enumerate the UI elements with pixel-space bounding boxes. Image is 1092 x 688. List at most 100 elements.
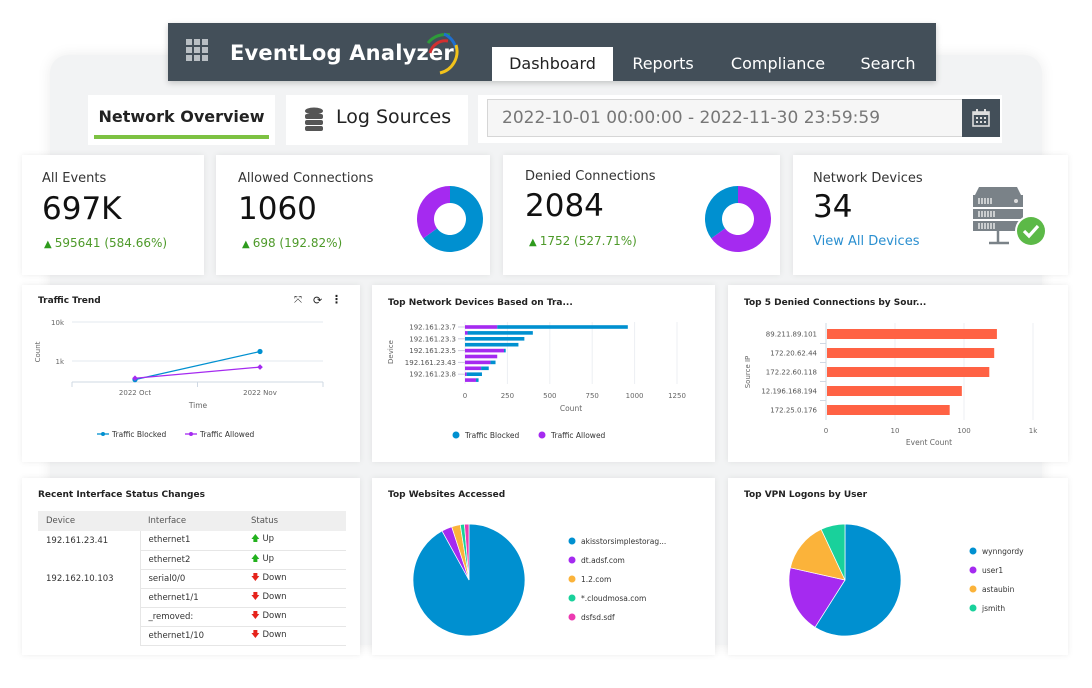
arrow-down-icon: 🡇 — [251, 572, 260, 583]
y-tick-label: 89.211.89.101 — [766, 331, 817, 339]
device-cell: 192.162.10.103 — [46, 573, 114, 584]
y-axis-title: Source IP — [744, 356, 752, 389]
legend-marker — [969, 604, 977, 612]
up-triangle-icon: ▲ — [44, 239, 52, 250]
tab-compliance[interactable]: Compliance — [723, 47, 833, 81]
bar[interactable] — [497, 325, 628, 329]
kpi-all-events[interactable]: All Events 697K ▲ 595641 (584.66%) — [22, 155, 204, 275]
kpi-value: 34 — [813, 189, 853, 225]
kpi-title: Network Devices — [813, 171, 923, 186]
tab-network-overview[interactable]: Network Overview — [88, 95, 275, 145]
y-tick-label: 172.25.0.176 — [770, 407, 817, 415]
bar[interactable] — [465, 366, 482, 371]
bar[interactable] — [827, 367, 990, 377]
up-triangle-icon: ▲ — [242, 239, 250, 250]
legend-label: Traffic Allowed — [550, 431, 606, 440]
kpi-network-devices[interactable]: Network Devices 34 View All Devices — [793, 155, 1068, 275]
x-axis-title: Count — [560, 404, 582, 413]
x-tick-label: 0 — [824, 427, 828, 435]
date-range-input[interactable]: 2022-10-01 00:00:00 - 2022-11-30 23:59:5… — [487, 99, 963, 137]
bar[interactable] — [827, 348, 995, 358]
data-point[interactable] — [257, 364, 263, 370]
bar[interactable] — [504, 348, 506, 353]
bar[interactable] — [465, 337, 525, 341]
status-cell: 🡇 Down — [243, 588, 346, 608]
y-tick-label: 192.161.23.5 — [409, 347, 456, 355]
x-tick-label: 500 — [543, 392, 556, 400]
tab-log-sources[interactable]: Log Sources — [286, 95, 468, 145]
y-tick-label: 192.161.23.3 — [409, 335, 456, 343]
interface-cell: ethernet1/10 — [139, 626, 243, 646]
y-tick-label: 192.161.23.43 — [405, 359, 456, 367]
view-all-devices-link[interactable]: View All Devices — [813, 234, 919, 249]
interface-cell: ethernet1 — [139, 531, 243, 551]
legend-label: wynngordy — [982, 547, 1024, 556]
x-tick-label: 10 — [891, 427, 900, 435]
arrow-down-icon: 🡇 — [251, 629, 260, 640]
legend-label: astaubin — [982, 585, 1015, 594]
bar[interactable] — [490, 360, 496, 365]
tab-search[interactable]: Search — [848, 47, 928, 81]
kpi-title: All Events — [42, 171, 107, 186]
legend-marker — [568, 575, 576, 583]
log-sources-label: Log Sources — [336, 106, 452, 128]
bar[interactable] — [465, 360, 491, 365]
device-cell — [38, 550, 140, 569]
interface-status-table: Device Interface Status 192.161.23.41 eth… — [38, 511, 346, 646]
legend-label: akisstorsimplestorag... — [581, 537, 666, 546]
calendar-icon — [972, 109, 990, 127]
column-header-status: Status — [243, 511, 346, 531]
x-tick-label: 100 — [957, 427, 970, 435]
bar[interactable] — [465, 378, 477, 382]
data-point[interactable] — [257, 348, 263, 355]
arrow-up-icon: 🡅 — [251, 553, 260, 564]
bar[interactable] — [466, 372, 482, 376]
bar[interactable] — [827, 386, 962, 396]
bar[interactable] — [476, 378, 479, 382]
bar[interactable] — [465, 354, 498, 359]
allowed-donut-chart — [417, 186, 483, 252]
status-cell: 🡅 Up — [243, 531, 346, 551]
status-text: Down — [262, 572, 287, 583]
kpi-value: 697K — [42, 191, 122, 227]
date-range-picker: 2022-10-01 00:00:00 - 2022-11-30 23:59:5… — [478, 95, 1002, 143]
bar[interactable] — [827, 329, 997, 339]
device-cell — [38, 626, 140, 645]
app-grid-icon[interactable] — [186, 39, 208, 61]
legend-marker — [538, 431, 546, 439]
calendar-button[interactable] — [962, 99, 1000, 137]
tab-reports[interactable]: Reports — [623, 47, 703, 81]
bar[interactable] — [465, 348, 505, 353]
arrow-down-icon: 🡇 — [251, 591, 260, 602]
y-tick-label: 1k — [55, 358, 64, 366]
bar[interactable] — [465, 331, 468, 335]
donut-slice — [705, 186, 738, 239]
kpi-delta-text: 595641 (584.66%) — [54, 236, 168, 250]
bar[interactable] — [465, 325, 498, 329]
up-triangle-icon: ▲ — [529, 237, 537, 248]
tab-dashboard[interactable]: Dashboard — [492, 47, 613, 81]
bar[interactable] — [481, 366, 489, 371]
kpi-delta-text: 698 (192.82%) — [252, 236, 343, 250]
kpi-delta: ▲ 1752 (527.71%) — [529, 234, 637, 248]
x-tick-label: 1250 — [668, 392, 686, 400]
kpi-value: 2084 — [525, 188, 604, 224]
bar[interactable] — [465, 342, 519, 347]
kpi-allowed-connections[interactable]: Allowed Connections 1060 ▲ 698 (192.82%) — [216, 155, 490, 275]
table-header-row: Device Interface Status — [38, 511, 346, 531]
kpi-denied-connections[interactable]: Denied Connections 2084 ▲ 1752 (527.71%) — [503, 155, 780, 275]
y-tick-label: 192.161.23.8 — [409, 371, 456, 379]
bar[interactable] — [467, 331, 533, 335]
interface-cell: _removed: — [139, 607, 243, 627]
status-cell: 🡇 Down — [243, 569, 346, 589]
legend-label: 1.2.com — [581, 575, 611, 584]
kpi-title: Allowed Connections — [238, 171, 374, 186]
widget-title: Recent Interface Status Changes — [38, 490, 205, 500]
bar[interactable] — [827, 405, 950, 415]
x-tick-label: 0 — [463, 392, 467, 400]
y-tick-label: 172.20.62.44 — [770, 350, 817, 358]
x-tick-label: 1000 — [626, 392, 644, 400]
bar[interactable] — [465, 372, 467, 376]
status-text: Up — [262, 534, 275, 545]
legend-marker — [568, 556, 576, 564]
